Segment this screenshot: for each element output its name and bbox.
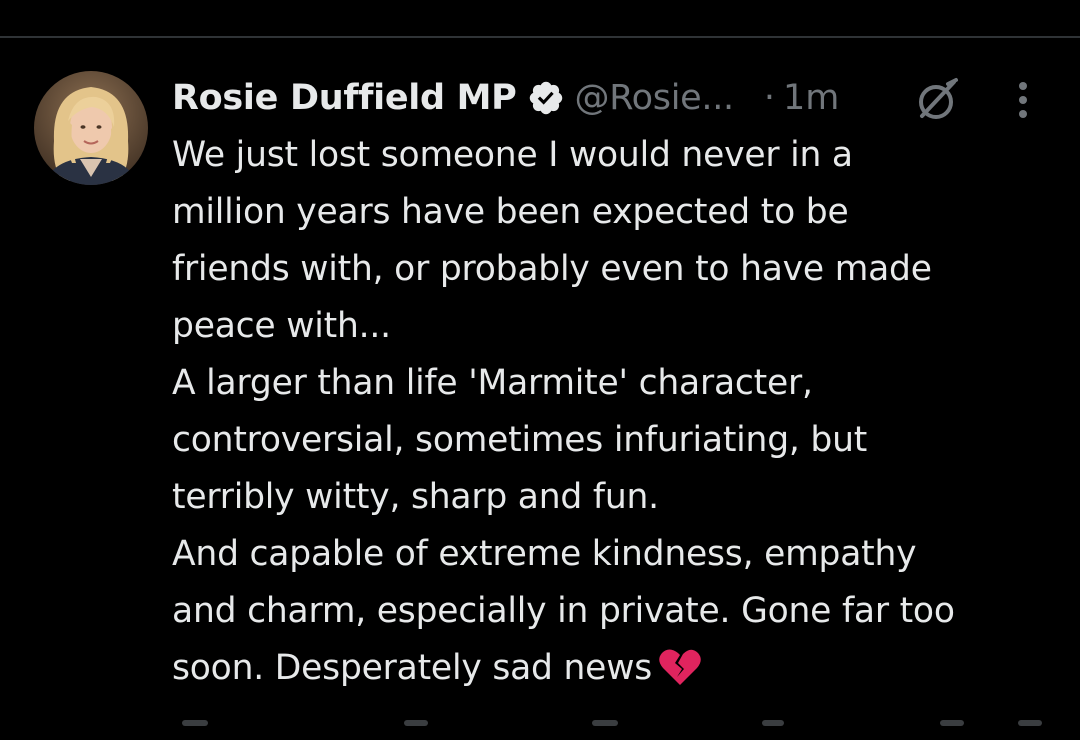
tweet-card[interactable]: Rosie Duffield MP @Rosie... · 1m We just… [0,38,1080,729]
display-name[interactable]: Rosie Duffield MP [172,78,517,118]
broken-heart-icon [658,647,702,687]
repost-icon[interactable] [404,720,428,726]
timestamp[interactable]: 1m [783,78,839,118]
tweet-body: We just lost someone I would never in a … [172,135,955,688]
avatar[interactable] [34,71,148,185]
tweet-header: Rosie Duffield MP @Rosie... · 1m [172,72,839,124]
user-handle[interactable]: @Rosie... [575,78,735,118]
tweet-text: We just lost someone I would never in a … [172,127,1052,697]
more-vertical-icon[interactable] [1008,78,1038,122]
reply-icon[interactable] [182,720,208,726]
bookmark-icon[interactable] [940,720,964,726]
views-icon[interactable] [762,720,784,726]
separator-dot: · [763,78,776,118]
share-icon[interactable] [1018,720,1042,726]
verified-badge-icon [527,79,565,117]
like-icon[interactable] [592,720,618,726]
grok-icon[interactable] [914,76,962,124]
action-bar [172,720,1052,740]
